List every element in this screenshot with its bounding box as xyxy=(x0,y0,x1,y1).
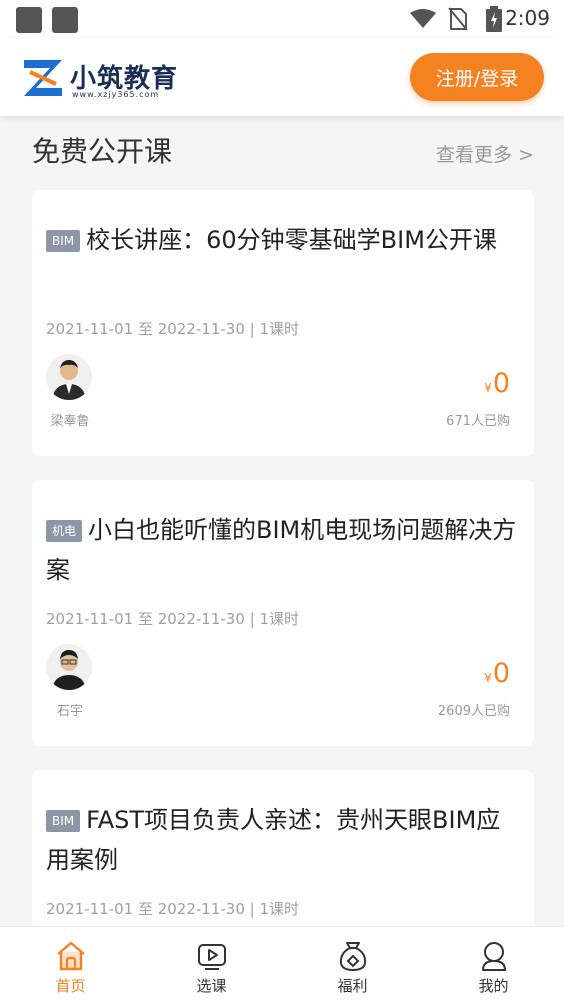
play-icon xyxy=(197,944,226,970)
course-card[interactable]: BIM 校长讲座：60分钟零基础学BIM公开课 2021-11-01 至 2022… xyxy=(32,190,534,456)
notification-icon xyxy=(16,7,42,33)
tab-courses[interactable]: 选课 xyxy=(141,927,282,1002)
tab-welfare[interactable]: 福利 xyxy=(282,927,423,1002)
course-title-text: 校长讲座：60分钟零基础学BIM公开课 xyxy=(86,226,497,254)
battery-icon xyxy=(486,6,502,32)
course-date: 2021-11-01 至 2022-11-30 | 1课时 xyxy=(46,320,300,338)
brand-logo-icon xyxy=(24,60,62,96)
tab-label: 首页 xyxy=(55,977,86,995)
course-tag: 机电 xyxy=(46,520,83,542)
home-icon xyxy=(56,941,85,971)
buyer-count: 2609人已购 xyxy=(437,704,510,719)
course-title-text: 小白也能听懂的BIM机电现场问题解决方案 xyxy=(46,516,517,584)
clock: 2:09 xyxy=(505,6,550,30)
teacher-avatar xyxy=(46,644,92,690)
app-header: 小筑教育 www.xzjy365.com 注册/登录 xyxy=(0,38,564,116)
course-title: BIM FAST项目负责人亲述：贵州天眼BIM应用案例 xyxy=(46,800,524,880)
status-bar: 2:09 xyxy=(0,0,564,38)
currency-symbol: ¥ xyxy=(484,381,492,395)
teacher-avatar xyxy=(46,354,92,400)
course-price: ¥0 xyxy=(484,368,510,399)
teacher-photo-icon xyxy=(52,650,86,690)
price-value: 0 xyxy=(492,368,510,399)
notification-icon xyxy=(52,7,78,33)
course-title: 机电 小白也能听懂的BIM机电现场问题解决方案 xyxy=(46,510,524,590)
course-tag: BIM xyxy=(46,230,81,252)
brand-url: www.xzjy365.com xyxy=(72,90,160,99)
teacher-photo-icon xyxy=(52,360,86,400)
no-sim-icon xyxy=(448,7,468,31)
course-date: 2021-11-01 至 2022-11-30 | 1课时 xyxy=(46,610,300,628)
tab-home[interactable]: 首页 xyxy=(0,927,141,1002)
course-card[interactable]: 机电 小白也能听懂的BIM机电现场问题解决方案 2021-11-01 至 2022… xyxy=(32,480,534,746)
section-title: 免费公开课 xyxy=(32,135,173,168)
tab-mine[interactable]: 我的 xyxy=(423,927,564,1002)
currency-symbol: ¥ xyxy=(484,671,492,685)
course-price: ¥0 xyxy=(484,658,510,689)
tab-label: 福利 xyxy=(337,977,368,995)
user-icon xyxy=(481,942,506,971)
bottom-tab-bar: 首页 选课 福利 我的 xyxy=(0,926,564,1002)
view-more-link[interactable]: 查看更多 > xyxy=(436,140,534,167)
wifi-icon xyxy=(410,9,436,28)
course-title: BIM 校长讲座：60分钟零基础学BIM公开课 xyxy=(46,220,524,260)
price-value: 0 xyxy=(492,658,510,689)
buyer-count: 671人已购 xyxy=(446,414,510,429)
gift-icon xyxy=(339,942,366,972)
course-tag: BIM xyxy=(46,810,81,832)
tab-label: 选课 xyxy=(196,977,227,995)
course-card[interactable]: BIM FAST项目负责人亲述：贵州天眼BIM应用案例 2021-11-01 至 … xyxy=(32,770,534,930)
teacher-name: 石宇 xyxy=(56,704,83,719)
register-login-button[interactable]: 注册/登录 xyxy=(410,53,544,101)
course-title-text: FAST项目负责人亲述：贵州天眼BIM应用案例 xyxy=(46,806,501,874)
course-date: 2021-11-01 至 2022-11-30 | 1课时 xyxy=(46,900,300,918)
tab-label: 我的 xyxy=(478,977,509,995)
teacher-name: 梁奉鲁 xyxy=(50,414,90,429)
